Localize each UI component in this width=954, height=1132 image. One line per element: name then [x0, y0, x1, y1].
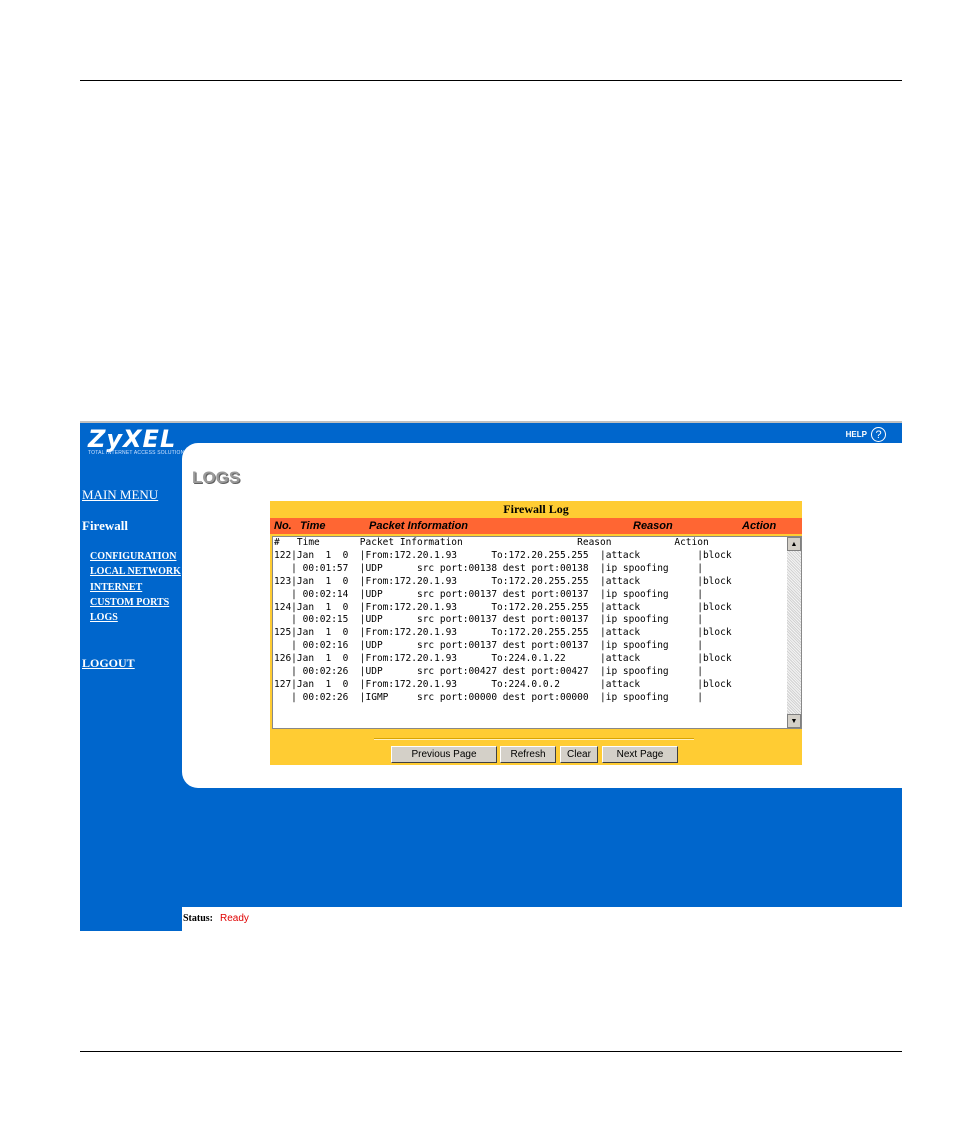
window-top-edge [80, 421, 902, 423]
button-separator [374, 738, 694, 740]
content-panel: LOGS Firewall Log No. Time Packet Inform… [182, 443, 902, 788]
col-header-no: No. [274, 520, 292, 532]
nav-link-local-network[interactable]: LOCAL NETWORK [90, 566, 181, 577]
col-header-time: Time [300, 520, 326, 532]
nav-link-custom-ports[interactable]: CUSTOM PORTS [90, 597, 169, 608]
scroll-up-arrow-icon[interactable]: ▲ [787, 537, 801, 551]
clear-button[interactable]: Clear [560, 746, 598, 763]
nav-section-firewall: Firewall [82, 518, 128, 533]
col-header-action: Action [742, 520, 777, 532]
nav-link-internet[interactable]: INTERNET [90, 582, 142, 593]
help-question-icon: ? [871, 427, 886, 442]
log-column-header: No. Time Packet Information Reason Actio… [270, 518, 802, 534]
status-bar: Status: Ready [182, 907, 902, 931]
refresh-button[interactable]: Refresh [500, 746, 556, 763]
status-label: Status: [183, 913, 214, 924]
col-header-packet-info: Packet Information [369, 520, 469, 532]
router-web-ui: ZyXEL Total Internet Access Solution HEL… [80, 421, 902, 931]
status-value: Ready [220, 913, 249, 924]
main-menu-link[interactable]: MAIN MENU [82, 487, 158, 503]
previous-page-button[interactable]: Previous Page [391, 746, 497, 763]
help-button[interactable]: HELP ? [846, 427, 886, 442]
help-label: HELP [845, 430, 867, 439]
next-page-button[interactable]: Next Page [602, 746, 678, 763]
nav-link-logs[interactable]: LOGS [90, 612, 118, 623]
col-header-reason: Reason [633, 520, 673, 532]
logo-tagline: Total Internet Access Solution [88, 450, 185, 456]
nav-link-configuration[interactable]: CONFIGURATION [90, 551, 176, 562]
log-scrollbar[interactable]: ▲ ▼ [787, 537, 801, 728]
scroll-down-arrow-icon[interactable]: ▼ [787, 714, 801, 728]
logout-link[interactable]: LOGOUT [82, 656, 135, 671]
bottom-rule [80, 1051, 902, 1052]
log-textarea[interactable]: # Time Packet Information Reason Action … [272, 536, 802, 729]
firewall-log-title: Firewall Log [503, 502, 569, 516]
zyxel-logo: ZyXEL [88, 425, 177, 453]
log-text: # Time Packet Information Reason Action … [274, 537, 732, 703]
page-title: LOGS [192, 468, 241, 487]
top-rule [80, 80, 902, 81]
firewall-log-box: Firewall Log No. Time Packet Information… [270, 501, 802, 765]
